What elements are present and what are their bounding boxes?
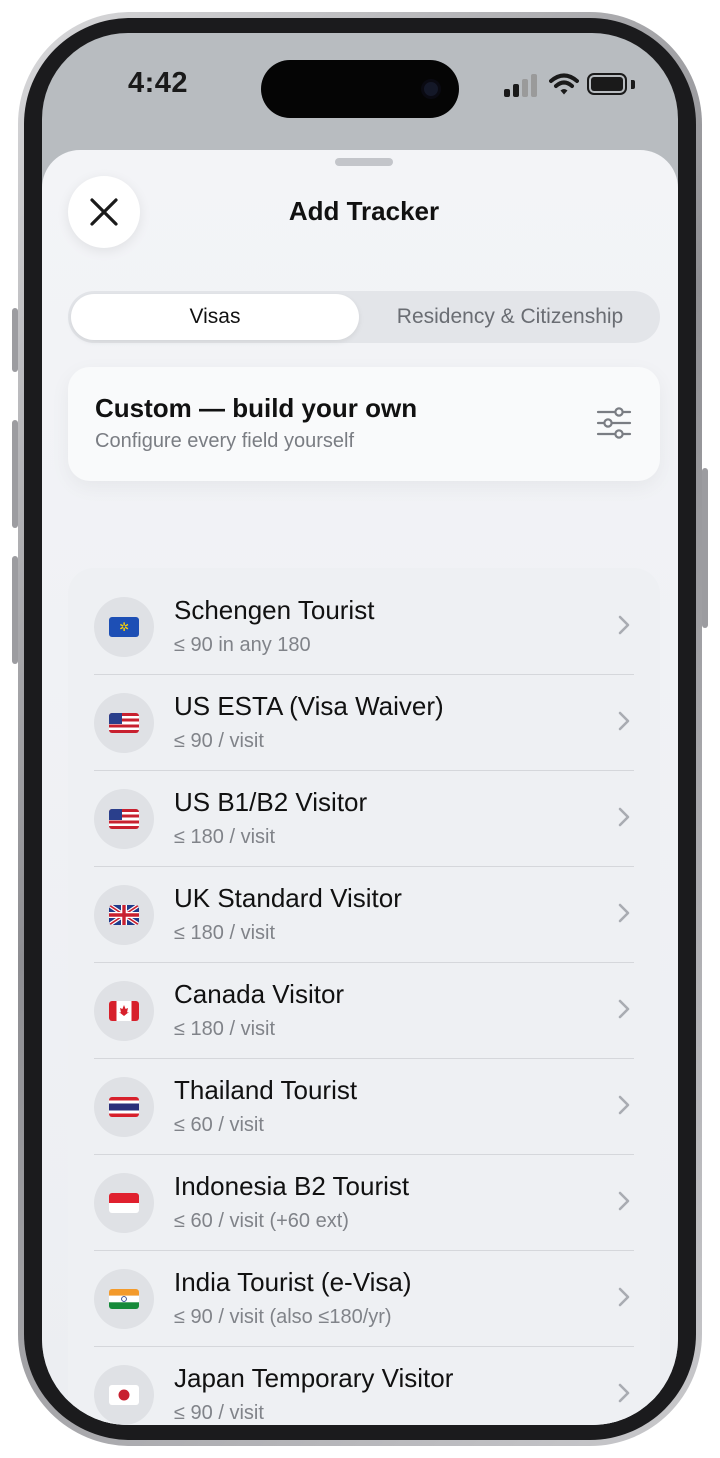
front-camera [421,79,441,99]
flag-badge [94,1269,154,1329]
chevron-right-icon [618,807,630,827]
volume-up-button [12,420,18,528]
list-item[interactable]: US ESTA (Visa Waiver) ≤ 90 / visit [68,675,660,771]
tracker-rule: ≤ 90 / visit (also ≤180/yr) [174,1306,392,1328]
tab-residency-citizenship[interactable]: Residency & Citizenship [362,294,658,340]
screen: 4:42 Add Tracker Visas Residency & Citiz… [42,33,678,1425]
sliders-icon [596,407,632,439]
chevron-right-icon [618,903,630,923]
list-item[interactable]: India Tourist (e-Visa) ≤ 90 / visit (als… [68,1251,660,1347]
tracker-title: Schengen Tourist [174,595,375,625]
flag-badge: ✲ [94,597,154,657]
flag-badge [94,1365,154,1425]
tracker-title: Japan Temporary Visitor [174,1363,454,1393]
flag-badge [94,1173,154,1233]
japan-flag-icon [109,1385,139,1405]
add-tracker-sheet: Add Tracker Visas Residency & Citizenshi… [42,150,678,1425]
tracker-rule: ≤ 180 / visit [174,1018,276,1040]
eu-flag-icon: ✲ [109,617,139,637]
flag-badge [94,1077,154,1137]
chevron-right-icon [618,1095,630,1115]
canada-flag-icon [109,1001,139,1021]
list-item[interactable]: Thailand Tourist ≤ 60 / visit [68,1059,660,1155]
custom-subtitle: Configure every field yourself [95,430,355,452]
volume-down-button [12,556,18,664]
tracker-title: US B1/B2 Visitor [174,787,368,817]
tracker-title: Indonesia B2 Tourist [174,1171,410,1201]
list-item[interactable]: ✲ Schengen Tourist ≤ 90 in any 180 [68,579,660,675]
tracker-rule: ≤ 60 / visit [174,1114,264,1136]
list-item[interactable]: Japan Temporary Visitor ≤ 90 / visit [68,1347,660,1425]
battery-icon [587,73,627,95]
tracker-title: UK Standard Visitor [174,883,402,913]
tracker-title: India Tourist (e-Visa) [174,1267,412,1297]
uk-flag-icon [109,905,139,925]
thailand-flag-icon [109,1097,139,1117]
tab-visas[interactable]: Visas [71,294,359,340]
tracker-rule: ≤ 90 in any 180 [174,634,311,656]
status-time: 4:42 [128,67,189,99]
chevron-right-icon [618,615,630,635]
list-item[interactable]: US B1/B2 Visitor ≤ 180 / visit [68,771,660,867]
chevron-right-icon [618,711,630,731]
tracker-rule: ≤ 90 / visit [174,1402,264,1424]
us-flag-icon [109,809,139,829]
status-bar: 4:42 [42,33,678,143]
list-item[interactable]: UK Standard Visitor ≤ 180 / visit [68,867,660,963]
sheet-title: Add Tracker [288,196,440,226]
tracker-rule: ≤ 60 / visit (+60 ext) [174,1210,349,1232]
chevron-right-icon [618,1383,630,1403]
tracker-title: Canada Visitor [174,979,345,1009]
india-flag-icon [109,1289,139,1309]
flag-badge [94,981,154,1041]
battery-cap [631,80,635,89]
list-item[interactable]: Indonesia B2 Tourist ≤ 60 / visit (+60 e… [68,1155,660,1251]
cellular-signal-icon [504,73,538,97]
us-flag-icon [109,713,139,733]
indonesia-flag-icon [109,1193,139,1213]
tracker-title: Thailand Tourist [174,1075,358,1105]
tracker-rule: ≤ 180 / visit [174,922,276,944]
tracker-rule: ≤ 90 / visit [174,730,264,752]
tracker-rule: ≤ 180 / visit [174,826,276,848]
flag-badge [94,789,154,849]
tracker-type-segmented-control: Visas Residency & Citizenship [68,291,660,343]
action-button [12,308,18,372]
custom-tracker-card[interactable]: Custom — build your own Configure every … [68,367,660,481]
power-button [702,468,708,628]
sheet-grabber[interactable] [335,158,393,166]
flag-badge [94,693,154,753]
wifi-icon [549,73,579,95]
custom-title: Custom — build your own [95,393,418,423]
chevron-right-icon [618,1191,630,1211]
list-item[interactable]: Canada Visitor ≤ 180 / visit [68,963,660,1059]
chevron-right-icon [618,1287,630,1307]
tracker-list: ✲ Schengen Tourist ≤ 90 in any 180 US ES… [68,568,660,1425]
flag-badge [94,885,154,945]
chevron-right-icon [618,999,630,1019]
tracker-title: US ESTA (Visa Waiver) [174,691,444,721]
